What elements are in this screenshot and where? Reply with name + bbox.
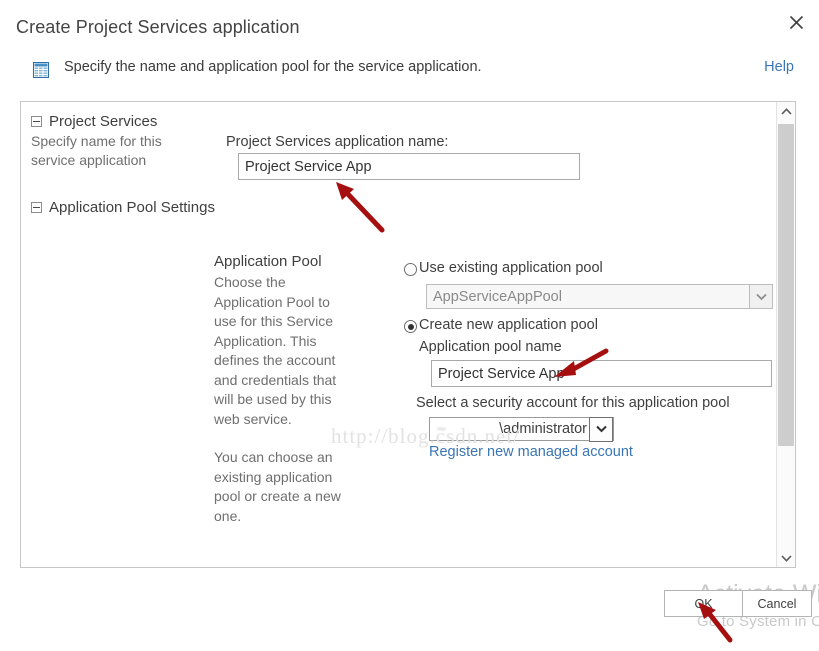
description-title: Application Pool bbox=[214, 253, 322, 270]
sidebar-section-project-services: Project Services Specify name for this s… bbox=[31, 112, 191, 170]
close-icon[interactable] bbox=[781, 9, 811, 35]
radio-create-new-pool[interactable]: Create new application pool bbox=[404, 317, 598, 333]
collapse-minus-icon[interactable] bbox=[31, 116, 42, 127]
radio-indicator[interactable] bbox=[404, 320, 417, 333]
radio-use-existing-pool[interactable]: Use existing application pool bbox=[404, 260, 603, 276]
chevron-down-icon[interactable] bbox=[777, 549, 795, 567]
register-managed-account-link[interactable]: Register new managed account bbox=[429, 444, 633, 460]
sidebar: Project Services Specify name for this s… bbox=[21, 102, 215, 567]
existing-pool-value: AppServiceAppPool bbox=[433, 288, 562, 305]
radio-label: Create new application pool bbox=[419, 317, 598, 333]
chevron-up-icon[interactable] bbox=[777, 102, 795, 120]
description-body: Choose the Application Pool to use for t… bbox=[214, 273, 352, 526]
existing-pool-select[interactable]: AppServiceAppPool bbox=[426, 284, 773, 309]
app-name-input[interactable] bbox=[238, 153, 580, 180]
create-service-application-dialog: Create Project Services application Spec… bbox=[0, 0, 819, 643]
content-scrollbar[interactable] bbox=[776, 102, 795, 567]
dialog-title-bar: Create Project Services application bbox=[0, 0, 819, 50]
application-pool-description: Application Pool Choose the Application … bbox=[214, 252, 352, 545]
list-table-icon bbox=[33, 62, 49, 78]
radio-indicator[interactable] bbox=[404, 263, 417, 276]
ok-button[interactable]: OK bbox=[664, 590, 743, 617]
sidebar-section-application-pool-settings: Application Pool Settings bbox=[31, 198, 215, 217]
security-account-domain-prefix: ∼ bbox=[436, 421, 447, 436]
radio-label: Use existing application pool bbox=[419, 260, 603, 276]
subheader-text: Specify the name and application pool fo… bbox=[64, 59, 482, 75]
security-account-select[interactable]: ∼ \administrator bbox=[429, 416, 614, 442]
description-paragraph: Choose the Application Pool to use for t… bbox=[214, 274, 337, 427]
pool-name-label: Application pool name bbox=[419, 339, 562, 355]
scrollbar-thumb[interactable] bbox=[778, 124, 794, 446]
dialog-content-panel: Project Services Specify name for this s… bbox=[20, 101, 796, 568]
cancel-button[interactable]: Cancel bbox=[742, 590, 812, 617]
sidebar-section-description: Specify name for this service applicatio… bbox=[31, 133, 162, 168]
pool-name-input[interactable] bbox=[431, 360, 772, 387]
help-link[interactable]: Help bbox=[764, 59, 794, 75]
dialog-title: Create Project Services application bbox=[16, 17, 300, 37]
security-account-value: \administrator bbox=[499, 421, 587, 437]
sidebar-section-header[interactable]: Application Pool Settings bbox=[31, 198, 215, 217]
collapse-minus-icon[interactable] bbox=[31, 202, 42, 213]
sidebar-section-header[interactable]: Project Services bbox=[31, 112, 191, 131]
app-name-label: Project Services application name: bbox=[226, 134, 449, 150]
description-paragraph: You can choose an existing application p… bbox=[214, 449, 341, 524]
chevron-down-icon[interactable] bbox=[589, 416, 613, 442]
security-account-label: Select a security account for this appli… bbox=[416, 395, 730, 411]
sidebar-section-title: Application Pool Settings bbox=[49, 199, 215, 216]
sidebar-section-title: Project Services bbox=[49, 113, 158, 130]
chevron-down-icon[interactable] bbox=[749, 285, 772, 308]
dialog-subheader: Specify the name and application pool fo… bbox=[0, 58, 819, 94]
